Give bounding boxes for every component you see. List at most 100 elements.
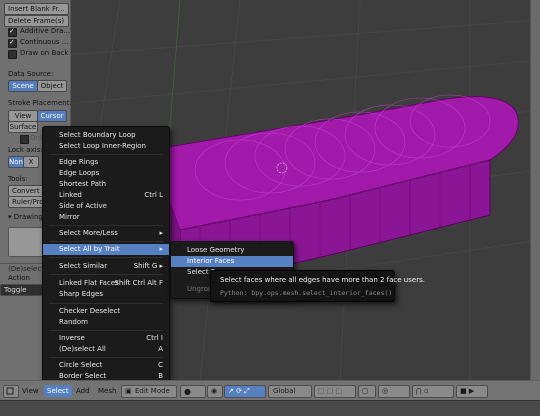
action-label: Action — [8, 274, 30, 282]
menu-item-label: Select All by Trait — [59, 245, 120, 253]
scene-button[interactable]: Scene — [8, 80, 38, 92]
manipulator-toggles[interactable]: ↗ ⟳ ⤢ — [224, 385, 266, 398]
select-menu: Select Boundary Loop Select Loop Inner-R… — [42, 126, 170, 386]
select-menu-button[interactable]: Select — [44, 385, 72, 397]
render-buttons[interactable]: ■ ▶ — [456, 385, 488, 398]
menu-item-shortcut: Ctrl I — [146, 334, 163, 342]
continuous-label: Continuous ... — [20, 38, 69, 46]
menu-item-label: Select Similar — [59, 262, 108, 270]
menu-item-shortcut: Shift G ▸ — [133, 262, 163, 270]
additive-drawing-checkbox[interactable] — [8, 27, 17, 37]
transform-orientation-selector[interactable]: Global — [268, 385, 312, 398]
orientation-label: Global — [273, 387, 296, 395]
insert-blank-frame-button[interactable]: Insert Blank Fr... — [4, 3, 69, 15]
menu-item-loose-geometry[interactable]: Loose Geometry — [171, 245, 293, 256]
snap-selector[interactable]: ⋂ ▫ — [412, 385, 454, 398]
menu-item-circle-select[interactable]: Circle Select C — [43, 360, 169, 371]
menu-item-select-loop-inner-region[interactable]: Select Loop Inner-Region — [43, 141, 169, 152]
mode-selector[interactable]: ▣ Edit Mode — [121, 385, 177, 398]
mesh-menu[interactable]: Mesh — [98, 385, 116, 397]
menu-separator — [49, 357, 163, 358]
menu-item-label: Side of Active — [59, 202, 107, 210]
menu-item-label: Sharp Edges — [59, 290, 103, 298]
viewport-shading-selector[interactable]: ● — [180, 385, 206, 398]
menu-item-select-more-less[interactable]: Select More/Less ▸ — [43, 228, 169, 239]
menu-separator — [49, 257, 163, 258]
select-mode-toggles[interactable]: ⬚ ⬚ ⬚ — [314, 385, 356, 398]
submenu-arrow-icon: ▸ — [159, 245, 163, 253]
menu-item-label: Inverse — [59, 334, 85, 342]
menu-item-label: Edge Rings — [59, 158, 99, 166]
menu-item-checker-deselect[interactable]: Checker Deselect — [43, 306, 169, 317]
view-menu[interactable]: View — [22, 385, 39, 397]
timeline-area[interactable] — [0, 400, 540, 416]
menu-item-sharp-edges[interactable]: Sharp Edges — [43, 289, 169, 300]
draw-on-back-checkbox[interactable] — [8, 50, 17, 59]
surface-placement-button[interactable]: Surface — [8, 121, 38, 133]
draw-on-back-label: Draw on Back — [20, 49, 69, 57]
object-button[interactable]: Object — [37, 80, 67, 92]
menu-item-linked[interactable]: Linked Ctrl L — [43, 190, 169, 201]
tooltip: Select faces where all edges have more t… — [210, 270, 425, 302]
menu-item-select-boundary-loop[interactable]: Select Boundary Loop — [43, 130, 169, 141]
tools-label: Tools: — [8, 175, 28, 183]
menu-item-edge-loops[interactable]: Edge Loops — [43, 168, 169, 179]
menu-item-shortcut: A — [158, 345, 163, 353]
menu-item-shortcut: Shift Ctrl Alt F — [114, 279, 163, 287]
lock-axis-label: Lock axis: — [8, 146, 43, 154]
menu-separator — [49, 303, 163, 304]
menu-item-label: (De)select All — [59, 345, 106, 353]
menu-item-shortcut: Ctrl L — [144, 191, 163, 199]
add-menu[interactable]: Add — [76, 385, 90, 397]
menu-item-linked-flat-faces[interactable]: Linked Flat Faces Shift Ctrl Alt F — [43, 278, 169, 289]
limit-selection-toggle[interactable]: ▢ — [358, 385, 376, 398]
manipulator-icon: ↗ ⟳ ⤢ — [228, 387, 250, 395]
menu-item-label: Checker Deselect — [59, 307, 121, 315]
vertex-edge-face-icon: ⬚ ⬚ ⬚ — [318, 387, 343, 395]
proportional-edit-icon: ◎ — [382, 387, 389, 395]
stroke-placement-label: Stroke Placement: — [8, 99, 72, 107]
lock-axis-none-button[interactable]: Non — [8, 156, 24, 168]
menu-item-shortest-path[interactable]: Shortest Path — [43, 179, 169, 190]
continuous-checkbox[interactable] — [8, 38, 17, 48]
menu-separator — [49, 225, 163, 226]
pivot-point-selector[interactable]: ◉ — [207, 385, 223, 398]
menu-item-label: Edge Loops — [59, 169, 100, 177]
proportional-edit-selector[interactable]: ◎ — [378, 385, 410, 398]
menu-item-mirror[interactable]: Mirror — [43, 212, 169, 223]
menu-separator — [49, 154, 163, 155]
menu-item-label: Select Boundary Loop — [59, 131, 136, 139]
editor-type-selector[interactable] — [3, 385, 19, 398]
menu-item-label: Interior Faces — [187, 257, 235, 265]
pivot-icon: ◉ — [211, 387, 218, 395]
cube-icon — [6, 387, 14, 395]
submenu-arrow-icon: ▸ — [159, 229, 163, 237]
menu-item-inverse[interactable]: Inverse Ctrl I — [43, 333, 169, 344]
menu-item-label: Select More/Less — [59, 229, 118, 237]
menu-item-label: Shortest Path — [59, 180, 107, 188]
menu-item-deselect-all[interactable]: (De)select All A — [43, 344, 169, 355]
lock-axis-x-button[interactable]: X — [23, 156, 39, 168]
menu-item-random[interactable]: Random — [43, 317, 169, 328]
menu-item-label: Border Select — [59, 372, 107, 380]
delete-frame-button[interactable]: Delete Frame(s) — [4, 15, 69, 27]
mode-label: Edit Mode — [135, 387, 170, 395]
tooltip-description: Select faces where all edges have more t… — [220, 276, 425, 284]
menu-item-label: Loose Geometry — [187, 246, 245, 254]
magnet-icon: ⋂ ▫ — [416, 387, 429, 395]
additive-drawing-label: Additive Dra... — [20, 27, 71, 35]
properties-region-edge[interactable] — [530, 0, 540, 380]
menu-item-edge-rings[interactable]: Edge Rings — [43, 157, 169, 168]
menu-item-label: Select Loop Inner-Region — [59, 142, 146, 150]
menu-item-select-all-by-trait[interactable]: Select All by Trait ▸ — [43, 244, 169, 255]
menu-item-label: Linked Flat Faces — [59, 279, 119, 287]
camera-icon: ■ ▶ — [460, 387, 475, 395]
menu-item-select-similar[interactable]: Select Similar Shift G ▸ — [43, 261, 169, 272]
tooltip-python: Python: bpy.ops.mesh.select_interior_fac… — [220, 289, 393, 297]
only-edited-checkbox[interactable] — [20, 135, 29, 144]
menu-item-side-of-active[interactable]: Side of Active — [43, 201, 169, 212]
menu-separator — [49, 241, 163, 242]
menu-item-interior-faces[interactable]: Interior Faces — [171, 256, 293, 267]
menu-item-label: Mirror — [59, 213, 80, 221]
cursor-placement-button[interactable]: Cursor — [37, 110, 67, 122]
